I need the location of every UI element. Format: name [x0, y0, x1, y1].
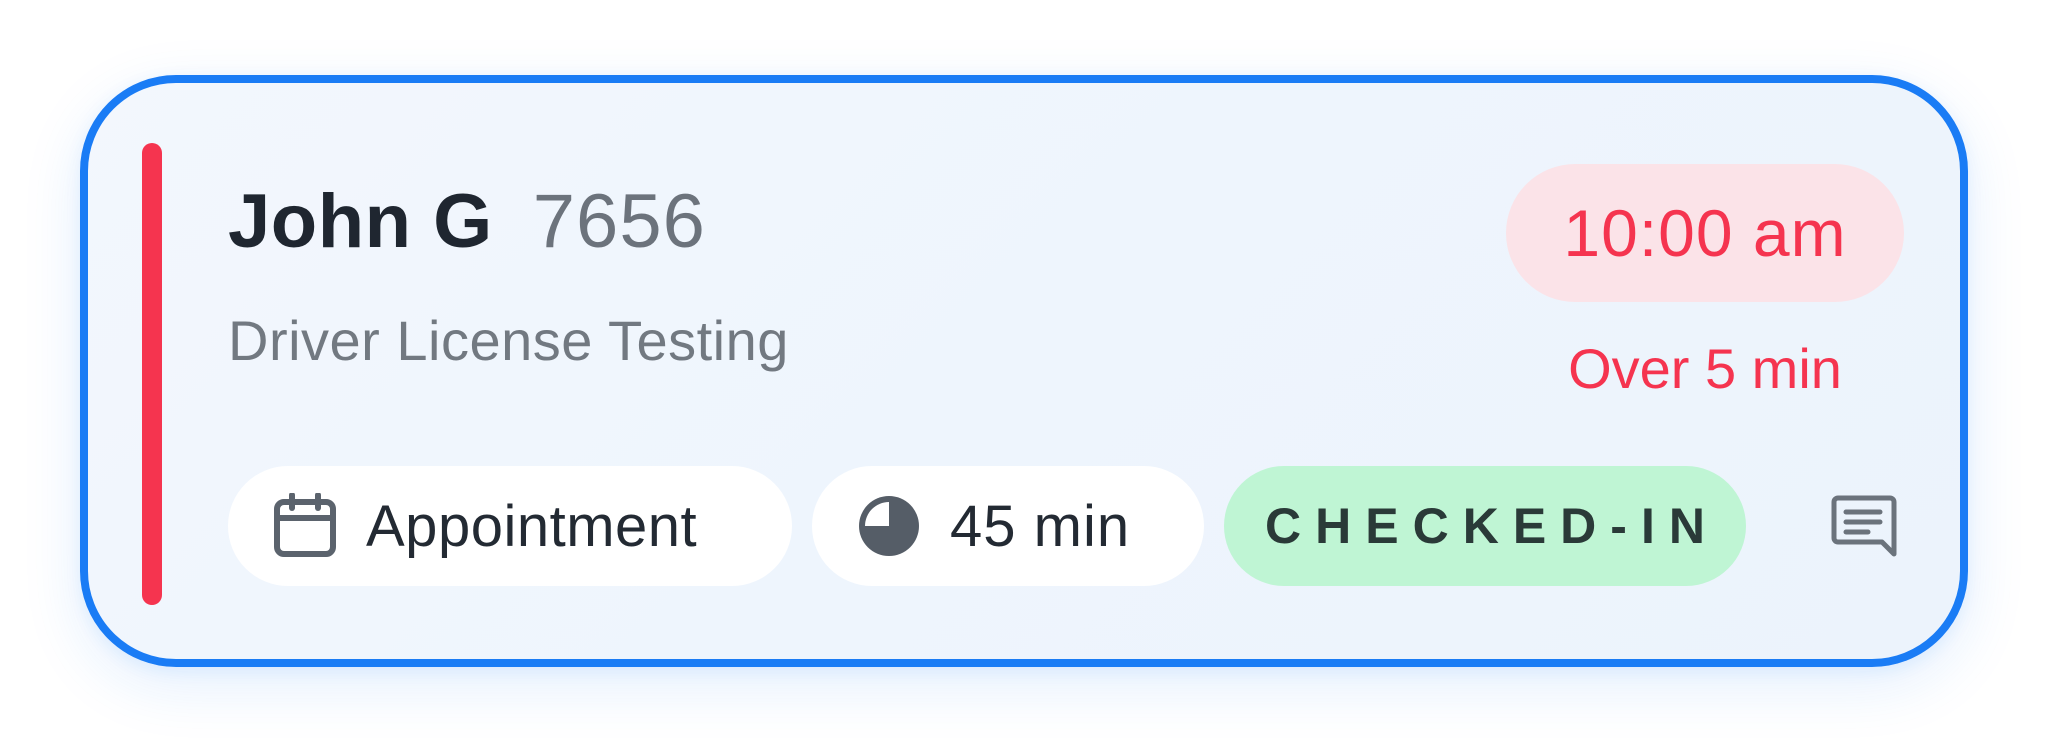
status-indicator-bar — [142, 143, 162, 605]
duration-chip: 45 min — [812, 466, 1204, 586]
overdue-text: Over 5 min — [1568, 337, 1842, 400]
customer-name: John G — [228, 179, 493, 264]
customer-header: John G 7656 — [228, 178, 706, 268]
status-badge: CHECKED-IN — [1224, 466, 1746, 586]
time-badge: 10:00 am — [1506, 164, 1904, 302]
duration-label: 45 min — [950, 493, 1131, 559]
service-name: Driver License Testing — [228, 309, 789, 372]
visit-type-chip: Appointment — [228, 466, 792, 586]
visit-type-label: Appointment — [366, 493, 698, 559]
message-icon — [1831, 495, 1897, 557]
customer-id: 7656 — [532, 179, 706, 264]
pie-timer-icon — [859, 496, 919, 556]
calendar-icon — [274, 493, 336, 557]
stage: John G 7656 Driver License Testing 10:00… — [0, 0, 2048, 748]
status-label: CHECKED-IN — [1265, 498, 1719, 554]
message-button[interactable] — [1826, 488, 1902, 564]
appointment-time: 10:00 am — [1563, 196, 1847, 270]
